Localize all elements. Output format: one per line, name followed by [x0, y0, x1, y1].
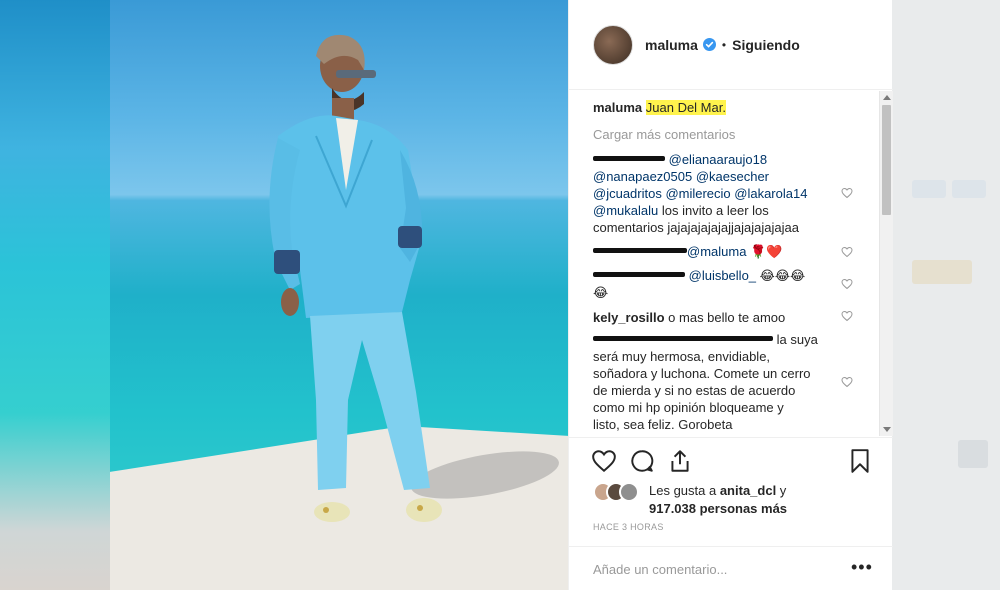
likes-summary: Les gusta a anita_dcl y 917.038 personas…: [593, 482, 873, 518]
person-figure: [269, 34, 442, 522]
heart-icon[interactable]: [591, 448, 617, 474]
likes-joiner: y: [776, 483, 787, 498]
comment-mention[interactable]: @jcuadritos @milerecio @lakarola14: [593, 186, 807, 201]
comment-item: @luisbello_ 😂😂😂 😂: [593, 267, 845, 301]
liker-username[interactable]: anita_dcl: [720, 483, 776, 498]
comment-like-heart-icon[interactable]: [841, 310, 853, 322]
header-separator: •: [721, 37, 727, 52]
backdrop-left-photo: [0, 0, 110, 590]
comment-mention[interactable]: @nanapaez0505 @kaesecher: [593, 169, 769, 184]
comment-text: los invito a leer los: [658, 203, 769, 218]
comment-like-heart-icon[interactable]: [841, 376, 853, 388]
comment-username-redacted[interactable]: [593, 244, 687, 259]
load-more-comments-button[interactable]: Cargar más comentarios: [593, 127, 735, 142]
scrollbar-thumb[interactable]: [882, 105, 891, 215]
verified-badge-icon: [702, 38, 716, 51]
comment-mention[interactable]: @mukalalu: [593, 203, 658, 218]
comment-username-redacted[interactable]: [593, 332, 773, 347]
comment-text: listo, sea feliz. Gorobeta: [593, 417, 733, 432]
comment-mention[interactable]: @elianaaraujo18: [669, 152, 768, 167]
comment-like-heart-icon[interactable]: [841, 246, 853, 258]
add-comment-bar: •••: [569, 546, 893, 590]
header-username[interactable]: maluma: [645, 37, 698, 53]
comments-list[interactable]: maluma Juan Del Mar. Cargar más comentar…: [569, 91, 893, 436]
more-options-icon[interactable]: •••: [851, 557, 873, 578]
comment-emoji: 🌹❤️: [750, 244, 783, 259]
comment-text: será muy hermosa, envidiable,: [593, 349, 771, 364]
backdrop-right-feed: [892, 0, 1000, 590]
comment-text: como mi hp opinión bloqueame y: [593, 400, 784, 415]
share-icon[interactable]: [667, 448, 693, 474]
avatar[interactable]: [619, 482, 639, 502]
comment-text: soñadora y luchona. Comete un cerro: [593, 366, 811, 381]
caption: maluma Juan Del Mar.: [593, 99, 845, 116]
likes-prefix: Les gusta a: [649, 483, 720, 498]
comment-like-heart-icon[interactable]: [841, 278, 853, 290]
likes-count[interactable]: 917.038 personas más: [649, 501, 787, 516]
comment-item: la suya será muy hermosa, envidiable, so…: [593, 331, 845, 433]
comment-username-redacted[interactable]: [593, 152, 665, 167]
comment-input[interactable]: [593, 559, 833, 579]
caption-text: Juan Del Mar.: [645, 100, 726, 115]
likes-text: Les gusta a anita_dcl y 917.038 personas…: [649, 482, 787, 518]
post-panel: maluma • Siguiendo maluma Juan Del Mar. …: [568, 0, 893, 590]
comment-item: kely_rosillo o mas bello te amoo: [593, 309, 845, 326]
post-photo[interactable]: [110, 0, 568, 590]
comments-scrollbar[interactable]: [879, 91, 893, 436]
comment-text: comentarios jajajajajajajjajajajajajaa: [593, 220, 799, 235]
bookmark-icon[interactable]: [847, 448, 873, 474]
follow-button[interactable]: Siguiendo: [732, 37, 800, 53]
post-timestamp[interactable]: HACE 3 HORAS: [593, 522, 664, 532]
comment-text: o mas bello te amoo: [668, 310, 786, 325]
post-header: maluma • Siguiendo: [569, 0, 893, 90]
comment-mention[interactable]: @luisbello_: [689, 268, 756, 283]
comment-emoji: 😂: [593, 285, 609, 300]
scroll-up-arrow-icon[interactable]: [883, 95, 891, 100]
comment-username-redacted[interactable]: [593, 268, 685, 283]
comment-item: @elianaaraujo18 @nanapaez0505 @kaesecher…: [593, 151, 845, 236]
comment-username[interactable]: kely_rosillo: [593, 310, 665, 325]
liker-avatars: [593, 482, 639, 502]
caption-username[interactable]: maluma: [593, 100, 642, 115]
avatar[interactable]: [593, 24, 633, 65]
comment-text: la suya: [776, 332, 818, 347]
comment-text: de mierda y si no estas de acuerdo: [593, 383, 796, 398]
comment-like-heart-icon[interactable]: [841, 187, 853, 199]
comment-mention[interactable]: @maluma: [687, 244, 746, 259]
comment-item: @maluma 🌹❤️: [593, 243, 845, 260]
comment-emoji: 😂😂😂: [759, 268, 806, 283]
scroll-down-arrow-icon[interactable]: [883, 427, 891, 432]
comment-icon[interactable]: [629, 448, 655, 474]
